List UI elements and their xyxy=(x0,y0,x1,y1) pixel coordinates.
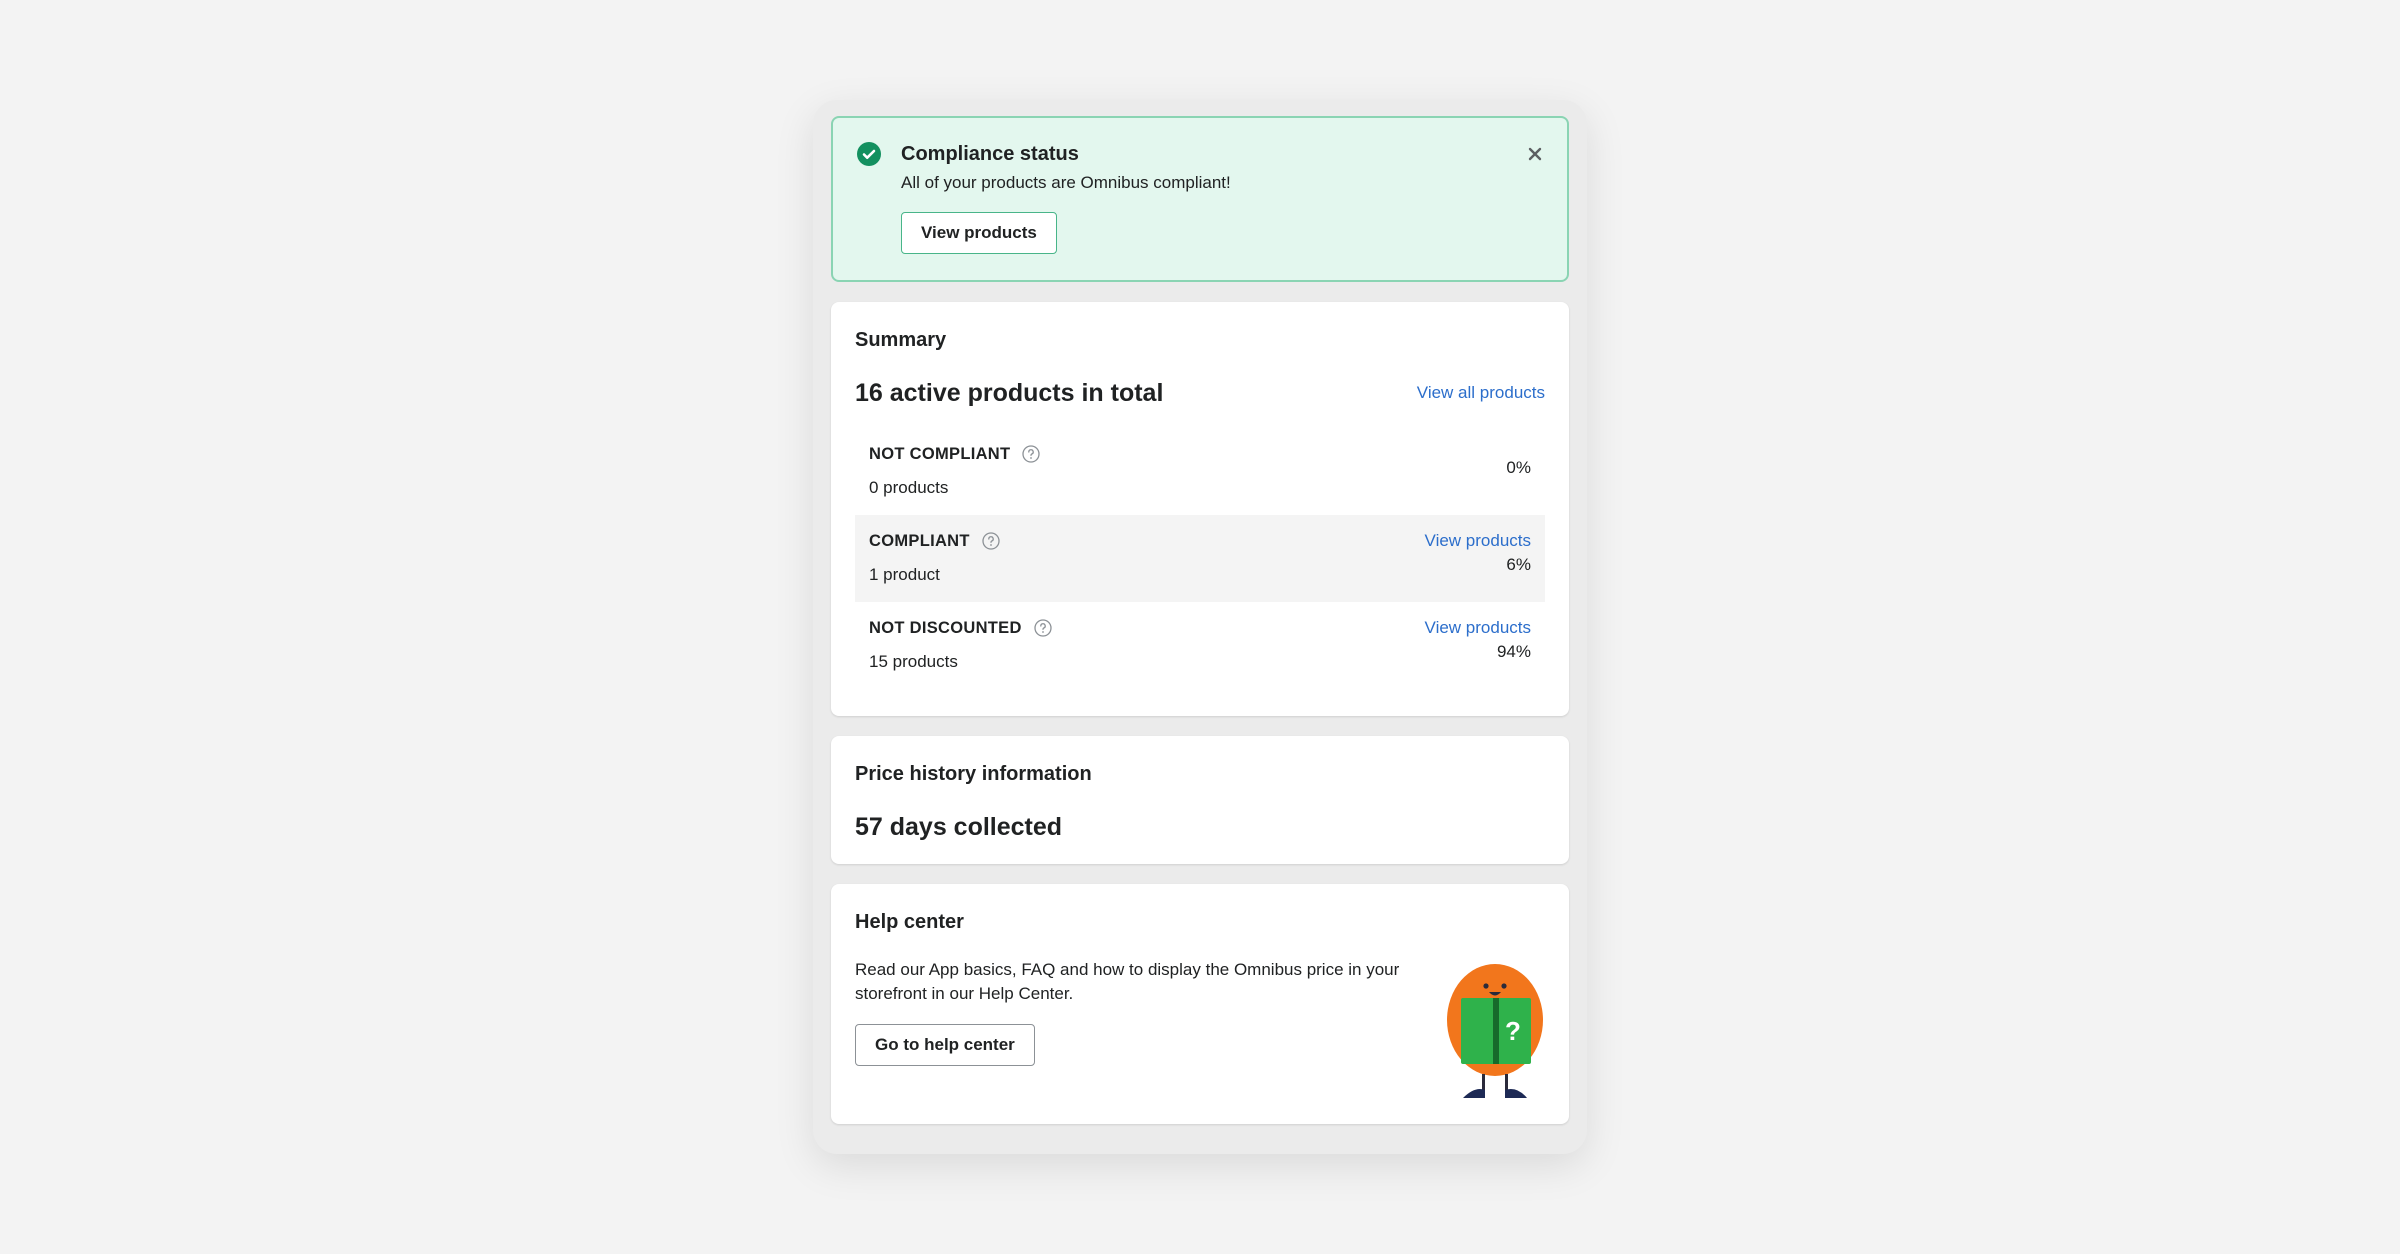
question-circle-icon[interactable] xyxy=(982,532,1000,550)
banner-message: All of your products are Omnibus complia… xyxy=(901,173,1231,192)
price-history-card: Price history information 57 days collec… xyxy=(831,736,1569,864)
banner-title: Compliance status xyxy=(901,143,1079,165)
summary-row-not-discounted: NOT DISCOUNTED 15 products View products… xyxy=(855,602,1545,689)
row-percent: 6% xyxy=(1506,555,1531,574)
row-percent: 0% xyxy=(1506,458,1531,477)
row-percent: 94% xyxy=(1496,642,1531,661)
row-count: 0 products xyxy=(869,478,949,497)
active-products-total: 16 active products in total xyxy=(855,379,1164,407)
mascot-reading-book-icon: ? xyxy=(1447,964,1543,1098)
summary-title: Summary xyxy=(855,329,947,351)
summary-row-not-compliant: NOT COMPLIANT 0 products 0% xyxy=(855,428,1545,515)
view-products-button[interactable]: View products xyxy=(901,212,1057,254)
view-compliant-products-link[interactable]: View products xyxy=(1425,529,1531,553)
summary-row-compliant: COMPLIANT 1 product View products 6% xyxy=(855,515,1545,602)
row-label: NOT DISCOUNTED xyxy=(869,619,1022,637)
compliance-banner: Compliance status All of your products a… xyxy=(831,116,1569,282)
row-label: COMPLIANT xyxy=(869,532,970,550)
summary-headline-row: 16 active products in total View all pro… xyxy=(855,376,1545,410)
summary-card: Summary 16 active products in total View… xyxy=(831,302,1569,716)
price-history-title: Price history information xyxy=(855,763,1092,785)
days-collected: 57 days collected xyxy=(855,813,1063,841)
app-frame: Compliance status All of your products a… xyxy=(813,100,1587,1154)
go-to-help-center-button[interactable]: Go to help center xyxy=(855,1024,1035,1066)
close-icon[interactable] xyxy=(1525,144,1545,164)
view-all-products-link[interactable]: View all products xyxy=(1417,383,1545,403)
view-not-discounted-products-link[interactable]: View products xyxy=(1425,616,1531,640)
summary-rows: NOT COMPLIANT 0 products 0% COMPLIANT 1 … xyxy=(855,428,1545,689)
check-circle-icon xyxy=(857,142,881,166)
help-center-card: Help center Read our App basics, FAQ and… xyxy=(831,884,1569,1124)
question-circle-icon[interactable] xyxy=(1034,619,1052,637)
mascot-glyph: ? xyxy=(1505,1016,1521,1046)
help-center-text: Read our App basics, FAQ and how to disp… xyxy=(855,960,1400,1003)
help-center-title: Help center xyxy=(855,911,964,933)
question-circle-icon[interactable] xyxy=(1022,445,1041,463)
row-label: NOT COMPLIANT xyxy=(869,445,1011,463)
